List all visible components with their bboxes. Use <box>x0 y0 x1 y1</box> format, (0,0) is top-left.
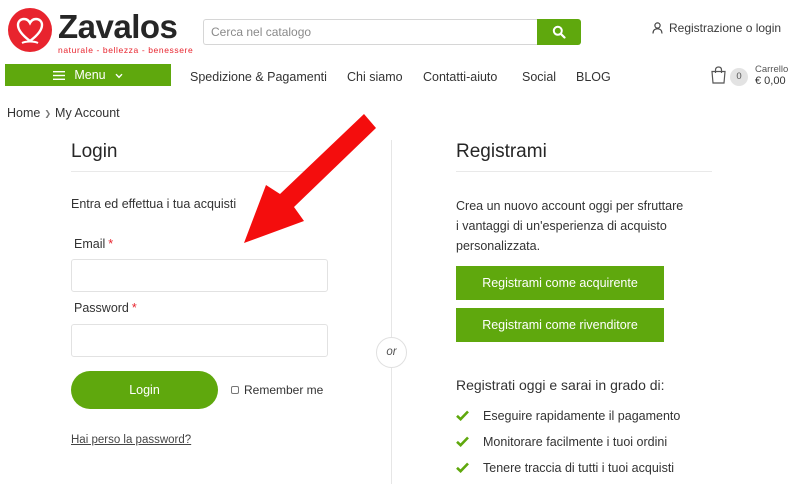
login-button[interactable]: Login <box>71 371 218 409</box>
password-label: Password * <box>74 301 137 315</box>
benefit-text: Monitorare facilmente i tuoi ordini <box>483 435 668 449</box>
email-label: Email * <box>74 237 113 251</box>
nav-item-shipping[interactable]: Spedizione & Pagamenti <box>190 70 327 84</box>
search-input[interactable] <box>203 19 537 45</box>
password-field[interactable] <box>71 324 328 357</box>
menu-button-label: Menu <box>74 68 106 82</box>
hamburger-icon <box>53 71 66 80</box>
cart-total: € 0,00 <box>755 75 786 87</box>
register-reseller-button[interactable]: Registrami come rivenditore <box>456 308 664 342</box>
shopping-bag-icon <box>711 66 726 84</box>
benefit-text: Tenere traccia di tutti i tuoi acquisti <box>483 461 675 475</box>
email-field[interactable] <box>71 259 328 292</box>
register-description-line: Crea un nuovo account oggi per sfruttare <box>456 199 684 213</box>
check-icon <box>456 436 469 447</box>
menu-button[interactable]: Menu <box>5 64 171 86</box>
account-link[interactable]: Registrazione o login <box>652 21 781 35</box>
brand-tagline: naturale - bellezza - benessere <box>58 45 194 55</box>
required-mark: * <box>108 237 114 251</box>
lost-password-link[interactable]: Hai perso la password? <box>71 434 191 446</box>
benefit-item: Monitorare facilmente i tuoi ordini <box>456 435 667 449</box>
column-divider <box>391 140 392 484</box>
benefit-text: Eseguire rapidamente il pagamento <box>483 409 681 423</box>
register-description-line: personalizzata. <box>456 239 541 253</box>
password-label-text: Password <box>74 301 129 315</box>
required-mark: * <box>131 301 137 315</box>
cart-label: Carrello <box>755 64 789 75</box>
user-icon <box>652 22 663 34</box>
email-label-text: Email <box>74 237 106 251</box>
login-title-rule <box>71 171 328 172</box>
benefit-item: Tenere traccia di tutti i tuoi acquisti <box>456 461 674 475</box>
nav-item-about[interactable]: Chi siamo <box>347 70 403 84</box>
search-icon <box>552 25 566 39</box>
site-logo[interactable]: Zavalos naturale - bellezza - benessere <box>8 8 193 58</box>
check-icon <box>456 462 469 473</box>
account-link-label: Registrazione o login <box>669 21 782 35</box>
chevron-right-icon: ❯ <box>44 109 52 118</box>
remember-me-label: Remember me <box>244 383 324 397</box>
register-description-line: i vantaggi di un'esperienza di acquisto <box>456 219 667 233</box>
or-separator: or <box>376 337 407 368</box>
register-title-rule <box>456 171 712 172</box>
nav-item-contact[interactable]: Contatti-aiuto <box>423 70 497 84</box>
nav-item-social[interactable]: Social <box>522 70 556 84</box>
breadcrumb-current: My Account <box>55 106 120 120</box>
breadcrumb-home[interactable]: Home <box>7 106 40 120</box>
remember-me-checkbox[interactable]: Remember me <box>231 383 323 397</box>
brand-name: Zavalos <box>58 8 178 45</box>
register-description: Crea un nuovo account oggi per sfruttare… <box>456 196 726 256</box>
chevron-down-icon <box>115 73 123 79</box>
register-buyer-button[interactable]: Registrami come acquirente <box>456 266 664 300</box>
register-title: Registrami <box>456 141 547 162</box>
login-intro: Entra ed effettua i tua acquisti <box>71 197 237 211</box>
search-button[interactable] <box>537 19 581 45</box>
heart-leaf-logo-icon <box>8 8 52 52</box>
checkbox-box[interactable] <box>231 386 239 394</box>
check-icon <box>456 410 469 421</box>
cart-widget[interactable]: 0 Carrello € 0,00 <box>710 64 800 90</box>
benefit-item: Eseguire rapidamente il pagamento <box>456 409 680 423</box>
login-title: Login <box>71 141 118 162</box>
cart-count-badge: 0 <box>730 68 748 86</box>
benefits-title: Registrati oggi e sarai in grado di: <box>456 377 665 393</box>
nav-item-blog[interactable]: BLOG <box>576 70 611 84</box>
search-bar <box>203 19 581 45</box>
breadcrumb: Home ❯ My Account <box>7 106 120 120</box>
